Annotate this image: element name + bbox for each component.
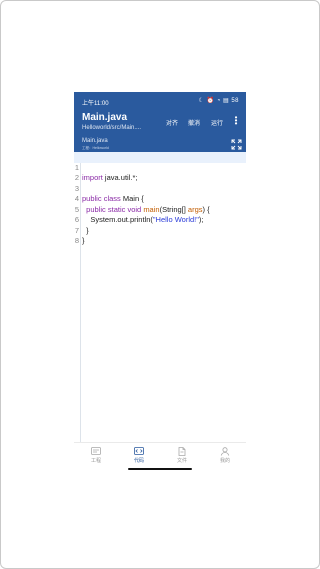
app-window: 上午11:00 ☾ ⏰ ◔ ▤ 58 Main.java Helloworld/…: [74, 92, 246, 472]
nav-item-file[interactable]: 文件: [162, 447, 202, 464]
code-editor[interactable]: 1 import java.util.*; 2 3 public class M…: [74, 152, 246, 442]
status-time: 上午11:00: [82, 101, 109, 107]
code-line-7[interactable]: 7 }: [74, 215, 246, 246]
code-line-3[interactable]: 3 public class Main {: [74, 173, 246, 204]
run-button[interactable]: 运行: [211, 118, 223, 127]
code-line-1[interactable]: 1 import java.util.*;: [74, 152, 246, 182]
code-line-8[interactable]: 8: [74, 226, 246, 245]
nav-label: 文件: [176, 458, 187, 464]
code-line-4[interactable]: 4 public static void main(String[] args)…: [74, 184, 246, 214]
file-icon: [178, 447, 186, 456]
home-indicator[interactable]: [128, 468, 192, 470]
nav-label: 工程: [90, 458, 101, 464]
editor-tab-project: 工程：Helloworld: [82, 146, 109, 150]
nav-item-code[interactable]: 代码: [119, 447, 159, 464]
code-line-2[interactable]: 2: [74, 163, 246, 182]
code-icon: [134, 447, 144, 455]
code-line-5[interactable]: 5 System.out.println("Hello World!");: [74, 194, 246, 225]
undo-button[interactable]: 撤消: [188, 118, 200, 127]
project-icon: [91, 447, 101, 455]
more-vertical-icon[interactable]: • • •: [234, 114, 238, 128]
code-line-6[interactable]: 6 }: [74, 205, 246, 235]
nav-label: 代码: [133, 458, 144, 464]
editor-tab-file[interactable]: Main.java: [82, 138, 108, 144]
file-path: Helloworld/src/Main....: [82, 125, 142, 131]
line-number: 8: [74, 236, 80, 245]
user-icon: [220, 447, 230, 456]
status-bar: 上午11:00 ☾ ⏰ ◔ ▤ 58: [74, 92, 246, 110]
align-button[interactable]: 对齐: [166, 118, 178, 127]
file-title: Main.java: [82, 112, 128, 123]
nav-label: 我的: [219, 458, 230, 464]
nav-item-user[interactable]: 我的: [205, 447, 245, 464]
app-header: 上午11:00 ☾ ⏰ ◔ ▤ 58 Main.java Helloworld/…: [74, 92, 246, 152]
nav-item-project[interactable]: 工程: [76, 447, 116, 464]
status-icons: ☾ ⏰ ◔ ▤ 58: [198, 98, 239, 104]
